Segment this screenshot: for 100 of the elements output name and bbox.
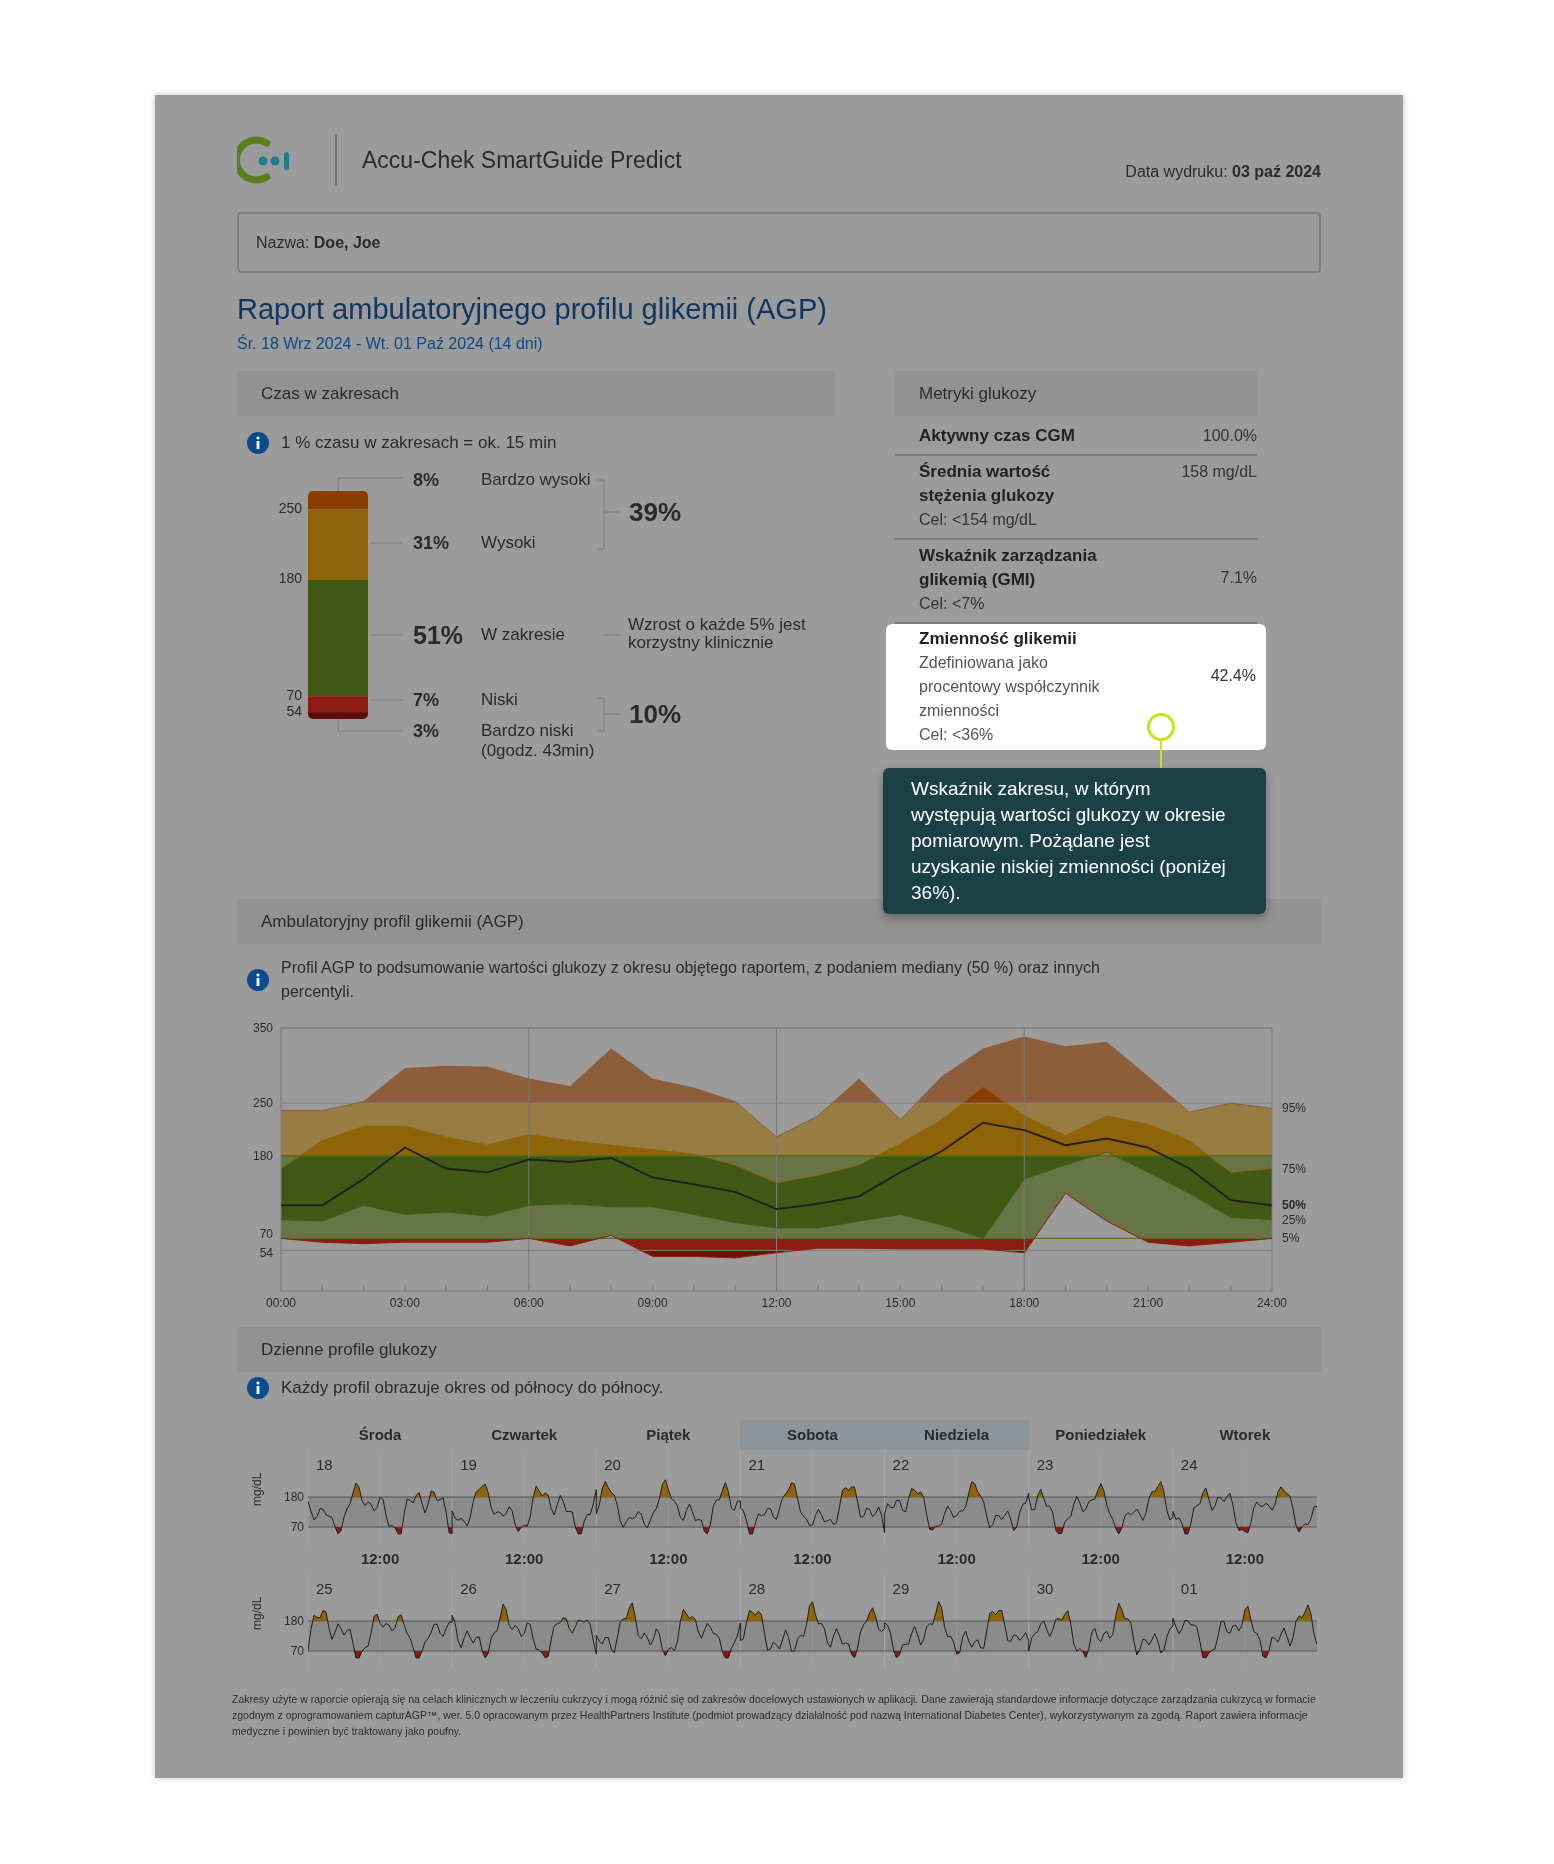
info-text: Profil AGP to podsumowanie wartości glukozy z okresu objętego raportem, z podaniem mediany (50 %) oraz innych percentyli.: [281, 958, 1101, 1002]
axis-label: 15:00: [885, 1296, 916, 1310]
section-header: Metryki glukozy: [895, 371, 1257, 416]
day-number: 27: [604, 1580, 621, 1597]
leader-line: [337, 718, 404, 731]
axis-label: 54: [259, 1246, 273, 1261]
print-date: Data wydruku: 03 paź 2024: [1125, 162, 1321, 182]
weekday-header: Wtorek: [1218, 1424, 1272, 1445]
report-period: Śr. 18 Wrz 2024 - Wt. 01 Paź 2024 (14 dni): [237, 333, 544, 354]
range-label: Bardzo niski: [481, 721, 574, 739]
range-note: Wzrost o każde 5% jest korzystny klinicznie: [628, 615, 807, 652]
metric-value: 158 mg/dL: [1181, 462, 1257, 482]
tooltip: Wskaźnik zakresu, w którym występują wartości glukozy w okresie pomiarowym. Pożądane jest uzyskanie niskiej zmienności (poniżej 36%).: [883, 768, 1266, 914]
day-number: 29: [892, 1580, 910, 1597]
section-header: Dzienne profile glukozy: [237, 1327, 1321, 1372]
range-percent: 31%: [413, 533, 450, 552]
axis-label: 12:00: [761, 1296, 792, 1310]
percentile-label: 50%: [1282, 1198, 1307, 1213]
day-number: 26: [460, 1580, 477, 1597]
axis-label: 09:00: [637, 1296, 668, 1310]
info-text: Każdy profil obrazuje okres od północy do północy.: [281, 1377, 664, 1400]
axis-label: 70: [259, 1227, 273, 1242]
axis-label: 06:00: [513, 1296, 544, 1310]
metric-value: 100.0%: [1202, 426, 1257, 446]
range-label: Bardzo wysoki: [481, 470, 591, 488]
app-title: Accu-Chek SmartGuide Predict: [362, 145, 682, 175]
range-percent: 51%: [413, 622, 464, 648]
metric-target: Cel: <36%: [919, 725, 995, 745]
time-label: 12:00: [648, 1549, 689, 1570]
day-number: 25: [316, 1580, 333, 1597]
axis-unit: mg/dL: [251, 1596, 263, 1630]
weekday-header: Czwartek: [490, 1424, 559, 1445]
leader-line: [337, 477, 404, 491]
axis-label: 250: [278, 499, 302, 516]
axis-label: 00:00: [266, 1296, 296, 1310]
axis-label: 180: [283, 1615, 304, 1627]
axis-label: 180: [283, 1491, 304, 1503]
axis-label: 54: [286, 702, 302, 719]
day-number: 20: [604, 1456, 621, 1473]
day-number: 19: [460, 1456, 477, 1473]
axis-label: 70: [286, 686, 302, 703]
metric-label: Wskaźnik zarządzania glikemią (GMI): [919, 545, 1098, 591]
weekday-header: Środa: [357, 1424, 403, 1445]
range-percent: 7%: [413, 690, 439, 709]
axis-label: 18:00: [1009, 1296, 1040, 1310]
axis-label: 350: [252, 1021, 273, 1035]
day-number: 18: [316, 1456, 333, 1473]
percentile-label: 5%: [1282, 1231, 1300, 1246]
metric-label: Średnia wartość stężenia glukozy: [919, 461, 1056, 507]
time-label: 12:00: [792, 1549, 833, 1570]
metric-label: Aktywny czas CGM: [919, 425, 1076, 447]
day-number: 23: [1036, 1456, 1054, 1473]
report-title: Raport ambulatoryjnego profilu glikemii (AGP): [237, 292, 828, 327]
range-group-total: 10%: [629, 700, 682, 727]
percentile-label: 25%: [1282, 1212, 1307, 1227]
percentile-label: 95%: [1282, 1101, 1307, 1116]
metric-target: Cel: <154 mg/dL: [919, 510, 1038, 530]
day-number: 30: [1036, 1580, 1054, 1597]
metric-target: Cel: <7%: [919, 594, 986, 614]
time-label: 12:00: [936, 1549, 977, 1570]
percentile-label: 75%: [1282, 1161, 1307, 1176]
weekday-header: Piątek: [645, 1424, 692, 1445]
range-percent: 3%: [413, 721, 439, 740]
axis-label: 180: [278, 570, 302, 587]
day-number: 01: [1180, 1580, 1198, 1597]
range-label: Wysoki: [481, 533, 536, 551]
weekday-header: Sobota: [740, 1420, 885, 1450]
info-icon: [247, 969, 269, 991]
range-label: W zakresie: [481, 625, 566, 643]
tooltip-pointer-drawing: [1146, 712, 1176, 768]
day-number: 22: [892, 1456, 910, 1473]
range-percent: 8%: [413, 470, 439, 489]
range-group-total: 39%: [629, 498, 682, 525]
weekday-header: Niedziela: [884, 1420, 1029, 1450]
weekday-header: Poniedziałek: [1054, 1424, 1148, 1445]
patient-name-box: Nazwa: Doe, Joe: [237, 212, 1321, 273]
metric-value: 42.4%: [1210, 666, 1256, 686]
info-icon: [247, 1377, 269, 1399]
metric-value: 7.1%: [1220, 568, 1257, 588]
day-number: 28: [748, 1580, 766, 1597]
day-number: 21: [748, 1456, 766, 1473]
axis-label: 24:00: [1257, 1296, 1287, 1310]
info-text: 1 % czasu w zakresach = ok. 15 min: [281, 432, 557, 454]
info-icon: [247, 431, 269, 454]
day-number: 24: [1180, 1456, 1198, 1473]
time-label: 12:00: [359, 1549, 401, 1570]
time-label: 12:00: [1080, 1549, 1121, 1570]
axis-label: 03:00: [389, 1296, 420, 1310]
axis-label: 250: [252, 1096, 273, 1111]
axis-label: 70: [290, 1645, 304, 1657]
time-label: 12:00: [504, 1549, 545, 1570]
section-header: Czas w zakresach: [237, 371, 835, 416]
time-label: 12:00: [1224, 1549, 1265, 1570]
footer-disclaimer: Zakresy użyte w raporcie opierają się na celach klinicznych w leczeniu cukrzycy i mogą różnić się od zakresów docelowych ustawionych w aplikacji. Dane zawierają standardowe informacje dotyczące zarządzania cukrzycą w formacie zgodnym z oprogramowaniem capturAGP™, wer. 5.0 opracowanym przez HealthPartners Institute (podmiot prowadzący działalność pod nazwą International Diabetes Center), wykorzystywanym za zgodą. Raport zawiera informacje medyczne i powinien być traktowany jako poufny.: [232, 1692, 1317, 1739]
range-note: (0godz. 43min): [481, 741, 595, 759]
axis-unit: mg/dL: [251, 1472, 263, 1506]
axis-label: 70: [290, 1521, 304, 1533]
axis-label: 180: [252, 1148, 273, 1163]
range-label: Niski: [481, 690, 518, 708]
axis-label: 21:00: [1133, 1296, 1164, 1310]
